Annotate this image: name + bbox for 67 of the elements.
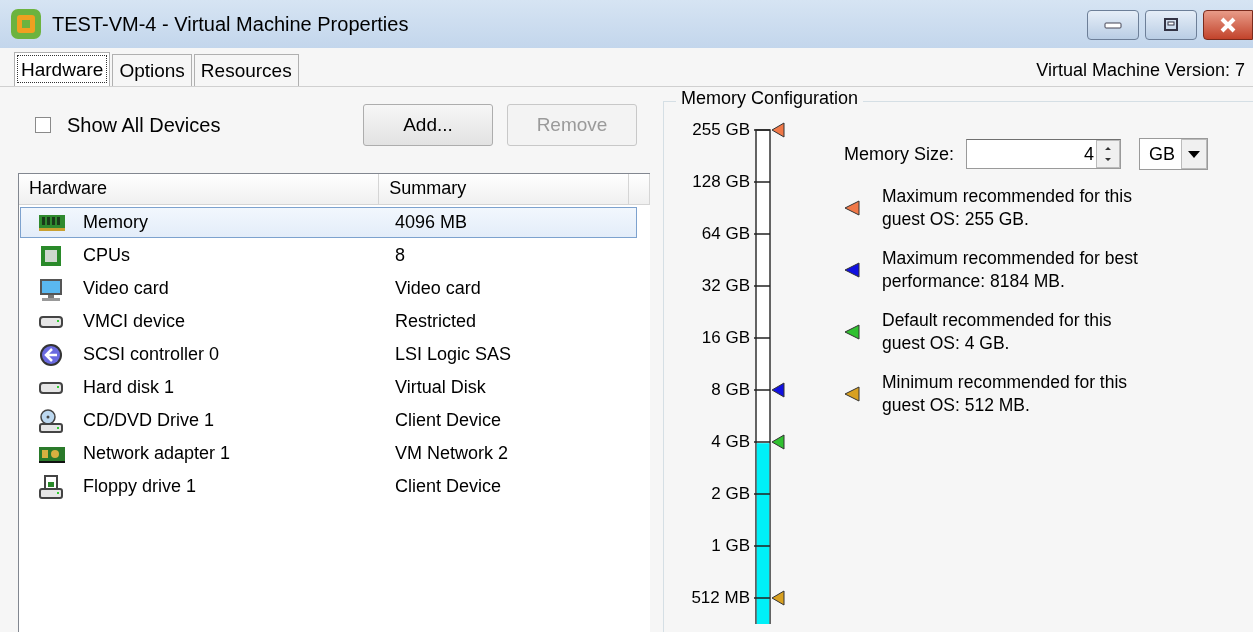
scale-label: 255 GB [692,119,750,141]
device-summary: Client Device [395,410,502,431]
minimize-button[interactable] [1087,10,1139,40]
legend-text: Maximum recommended for best performance: 8184 MB. [882,247,1138,293]
marker-icon [844,324,860,340]
hardware-row[interactable]: CD/DVD Drive 1 Client Device [20,405,637,436]
device-summary: 4096 MB [395,212,468,233]
maximize-button[interactable] [1145,10,1197,40]
device-name: Video card [83,278,170,299]
hardware-row[interactable]: CPUs 8 [20,240,637,271]
device-summary: 8 [395,245,405,266]
marker-icon [844,262,860,278]
device-name: Floppy drive 1 [83,476,198,497]
scale-label: 2 GB [711,483,750,505]
close-button[interactable] [1203,10,1253,40]
caret-icon[interactable] [1181,139,1208,169]
add-button[interactable]: Add... [363,104,493,146]
marker-icon [844,200,860,216]
device-name: CD/DVD Drive 1 [83,410,216,431]
device-name: Network adapter 1 [83,443,232,464]
device-summary: VM Network 2 [395,443,509,464]
spinner-icon[interactable] [1096,140,1121,168]
scale-label: 16 GB [701,327,750,349]
device-name: Hard disk 1 [83,377,176,398]
scale-label: 32 GB [701,275,750,297]
device-summary: Client Device [395,476,502,497]
scale-label: 128 GB [692,171,750,193]
scale-label: 64 GB [701,223,750,245]
device-summary: Virtual Disk [395,377,486,398]
marker-icon [844,386,860,402]
scale-label: 8 GB [711,379,750,401]
tab[interactable]: Resources [193,54,299,86]
hardware-row[interactable]: Network adapter 1 VM Network 2 [20,438,637,469]
version-label: Virtual Machine Version: 7 [1036,59,1245,81]
tab[interactable]: Options [112,54,192,86]
unit-dropdown[interactable]: GB [1139,138,1209,170]
device-name: SCSI controller 0 [83,344,221,365]
disc-drive-icon [38,408,66,433]
hardware-row[interactable]: Memory 4096 MB [20,207,637,238]
memory-size-field[interactable]: 4 [966,139,1122,169]
checkbox[interactable] [35,117,51,133]
device-summary: Restricted [395,311,477,332]
tab[interactable]: Hardware [14,52,111,86]
hardware-row[interactable]: SCSI controller 0 LSI Logic SAS [20,339,637,370]
column-header[interactable]: Hardware [19,174,380,204]
device-name: CPUs [83,245,131,266]
app-icon [8,6,44,42]
legend-text: Maximum recommended for this guest OS: 255 GB. [882,185,1132,231]
window-title: TEST-VM-4 - Virtual Machine Properties [52,12,410,36]
device-summary: Video card [395,278,481,299]
field-label: Memory Size: [844,143,955,165]
scale-label: 512 MB [691,587,750,609]
hardware-row[interactable]: Floppy drive 1 Client Device [20,471,637,502]
checkbox-label: Show All Devices [67,113,222,137]
device-name: VMCI device [83,311,187,332]
hardware-row[interactable]: VMCI device Restricted [20,306,637,337]
scale-label: 1 GB [711,535,750,557]
device-summary: LSI Logic SAS [395,344,512,365]
scale-label: 4 GB [711,431,750,453]
legend-text: Minimum recommended for this guest OS: 512 MB. [882,371,1128,417]
hardware-row[interactable]: Hard disk 1 Virtual Disk [20,372,637,403]
device-name: Memory [83,212,149,233]
legend-text: Default recommended for this guest OS: 4 GB. [882,309,1112,355]
floppy-drive-icon [38,474,66,499]
column-header[interactable]: Summary [379,174,629,204]
group-title: Memory Configuration [676,88,864,109]
hardware-row[interactable]: Video card Video card [20,273,637,304]
